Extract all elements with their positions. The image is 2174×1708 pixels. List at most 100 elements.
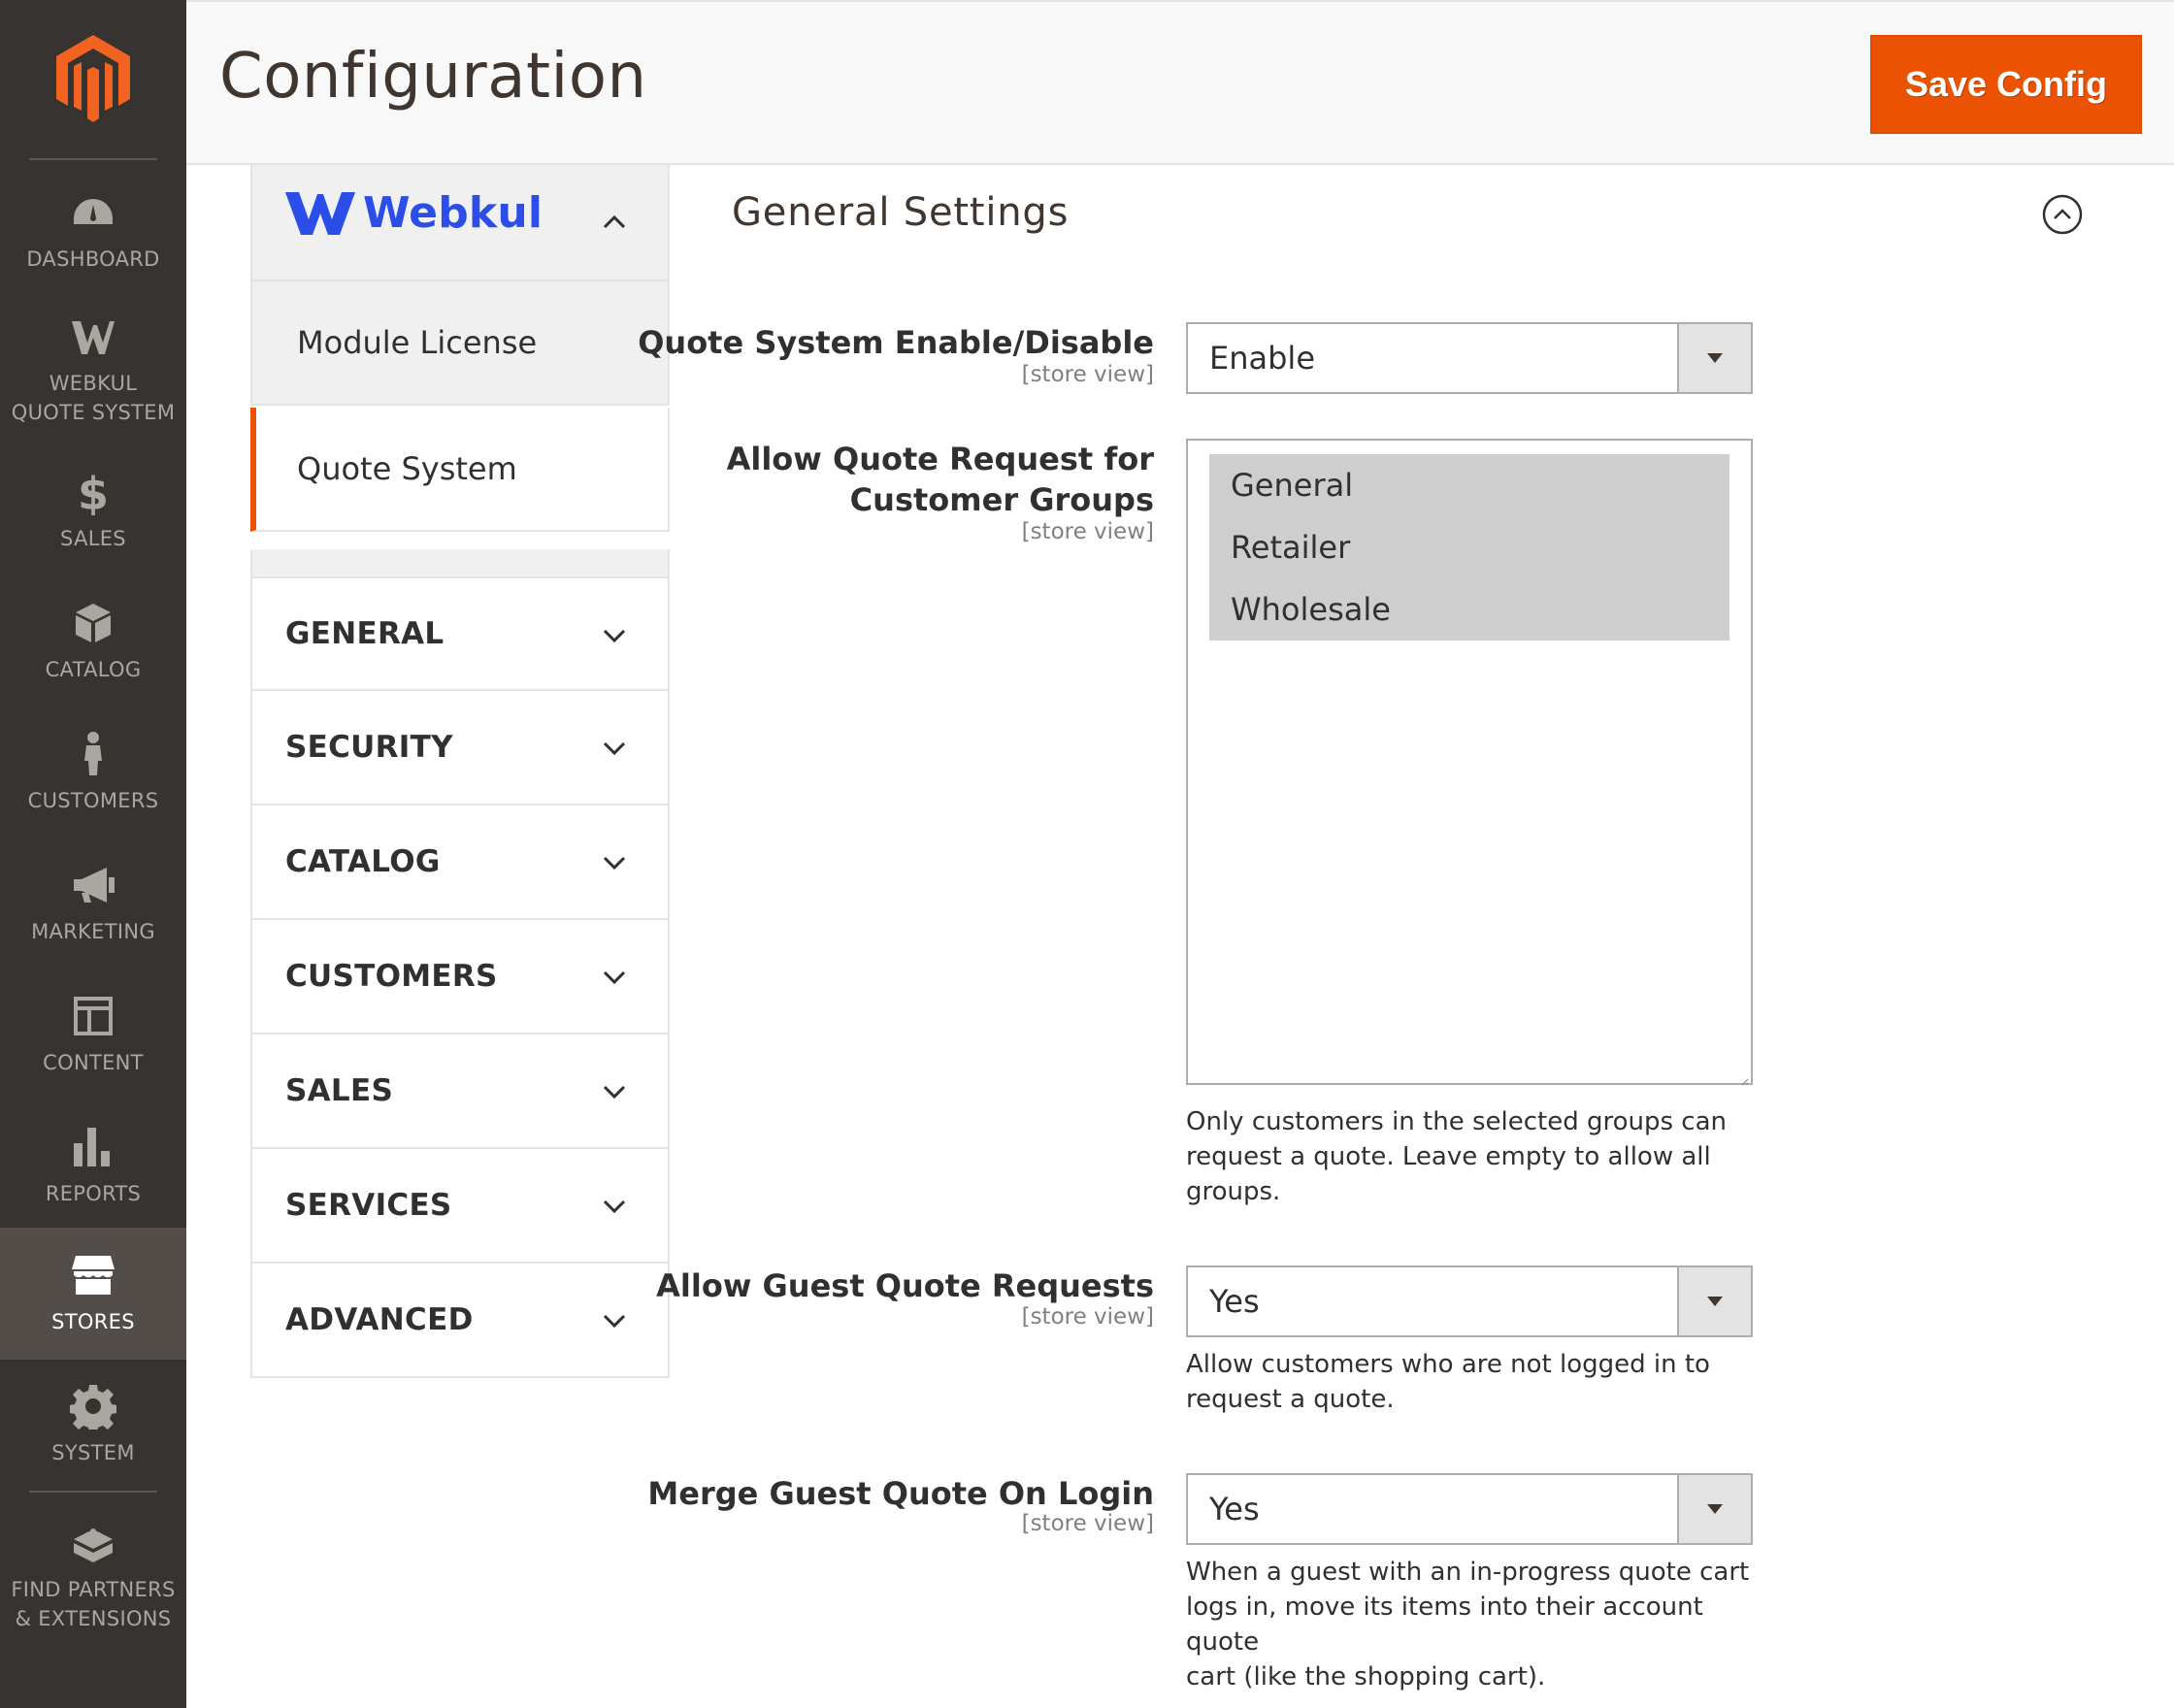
section-title[interactable]: General Settings (732, 190, 1069, 235)
dropdown-arrow-icon (1677, 1267, 1751, 1335)
multiselect-option-general[interactable]: General (1209, 454, 1729, 516)
dropdown-arrow-icon (1677, 1475, 1751, 1543)
store-icon (69, 1251, 117, 1299)
nav-divider (29, 158, 157, 160)
select-value: Yes (1209, 1283, 1260, 1320)
note-line: groups. (1186, 1177, 1281, 1206)
tab-section-label: ADVANCED (285, 1302, 474, 1337)
nav-label: STORES (51, 1310, 135, 1333)
resize-grip-icon[interactable] (1739, 1071, 1749, 1086)
collapse-section-icon[interactable] (2042, 194, 2083, 235)
chevron-down-icon (600, 734, 629, 763)
tab-section-label: SALES (285, 1073, 394, 1108)
chevron-down-icon (600, 963, 629, 992)
nav-label: & EXTENSIONS (15, 1607, 172, 1630)
nav-item-marketing[interactable]: MARKETING (0, 838, 186, 969)
merge-guest-quote-select[interactable]: Yes (1186, 1473, 1753, 1545)
field-label-groups-line1: Allow Quote Request for (726, 441, 1154, 477)
nav-label: CUSTOMERS (27, 789, 159, 812)
nav-label: FIND PARTNERS (11, 1578, 176, 1601)
tab-vendor-webkul[interactable]: Webkul (250, 165, 670, 281)
chevron-down-icon (600, 1077, 629, 1106)
tab-section-sales[interactable]: SALES (250, 1035, 670, 1149)
webkul-logo: Webkul (285, 188, 543, 238)
svg-text:$: $ (78, 469, 109, 515)
megaphone-icon (69, 861, 117, 909)
layout-icon (69, 992, 117, 1040)
field-label-groups-line2: Customer Groups (849, 481, 1154, 518)
chevron-down-icon (600, 848, 629, 877)
chevron-up-icon (600, 208, 629, 237)
tab-section-customers[interactable]: CUSTOMERS (250, 920, 670, 1035)
field-label-merge: Merge Guest Quote On Login (647, 1475, 1154, 1512)
nav-item-customers[interactable]: CUSTOMERS (0, 706, 186, 838)
webkul-logo-text: Webkul (363, 188, 544, 238)
person-icon (69, 730, 117, 778)
tab-section-label: SERVICES (285, 1188, 452, 1223)
chevron-down-icon (600, 621, 629, 650)
field-label-guest: Allow Guest Quote Requests (656, 1267, 1154, 1304)
tab-item-quote-system[interactable]: Quote System (250, 408, 670, 532)
tab-section-catalog[interactable]: CATALOG (250, 805, 670, 920)
note-line: cart (like the shopping cart). (1186, 1662, 1546, 1692)
note-line: Allow customers who are not logged in to (1186, 1350, 1710, 1379)
page-title: Configuration (219, 41, 647, 113)
nav-item-webkul-quote-system[interactable]: WEBKUL QUOTE SYSTEM (0, 297, 186, 443)
dropdown-arrow-icon (1677, 324, 1751, 392)
nav-label: SYSTEM (51, 1441, 135, 1464)
nav-divider (29, 1491, 157, 1493)
nav-item-reports[interactable]: REPORTS (0, 1100, 186, 1232)
scope-label: [store view] (1021, 519, 1154, 544)
chevron-down-icon (600, 1306, 629, 1335)
magento-logo-icon[interactable] (0, 0, 186, 160)
nav-item-system[interactable]: SYSTEM (0, 1359, 186, 1491)
nav-label: CATALOG (45, 658, 142, 681)
field-note-groups: Only customers in the selected groups ca… (1186, 1104, 1768, 1209)
save-config-button[interactable]: Save Config (1870, 35, 2142, 134)
tab-item-module-license[interactable]: Module License (250, 281, 670, 406)
dashboard-icon (69, 188, 117, 237)
box-icon (69, 599, 117, 647)
nav-label: MARKETING (31, 920, 155, 943)
tab-section-label: CATALOG (285, 844, 441, 879)
blocks-icon (69, 1519, 117, 1567)
note-line: request a quote. (1186, 1385, 1395, 1414)
nav-item-content[interactable]: CONTENT (0, 969, 186, 1100)
page-header: Configuration Save Config (186, 0, 2174, 165)
allow-guest-quote-select[interactable]: Yes (1186, 1265, 1753, 1337)
bar-chart-icon (69, 1123, 117, 1171)
field-label-enable: Quote System Enable/Disable (638, 324, 1154, 361)
webkul-icon (69, 312, 117, 361)
tab-section-security[interactable]: SECURITY (250, 691, 670, 805)
note-line: request a quote. Leave empty to allow al… (1186, 1142, 1711, 1171)
nav-label: SALES (60, 527, 126, 550)
webkul-logo-icon (285, 191, 355, 235)
scope-label: [store view] (1021, 362, 1154, 387)
note-line: When a guest with an in-progress quote c… (1186, 1558, 1750, 1587)
field-note-guest: Allow customers who are not logged in to… (1186, 1347, 1768, 1417)
quote-system-enable-select[interactable]: Enable (1186, 322, 1753, 394)
nav-item-sales[interactable]: $ SALES (0, 444, 186, 576)
nav-item-dashboard[interactable]: DASHBOARD (0, 165, 186, 297)
nav-label: WEBKUL (49, 372, 138, 395)
tab-section-label: SECURITY (285, 730, 453, 765)
scope-label: [store view] (1021, 1511, 1154, 1536)
nav-item-stores[interactable]: STORES (0, 1228, 186, 1360)
nav-label: QUOTE SYSTEM (11, 401, 176, 424)
admin-sidebar: DASHBOARD WEBKUL QUOTE SYSTEM $ SALES CA… (0, 0, 186, 1708)
note-line: Only customers in the selected groups ca… (1186, 1107, 1728, 1136)
field-note-merge: When a guest with an in-progress quote c… (1186, 1555, 1768, 1694)
tab-section-label: GENERAL (285, 616, 445, 651)
customer-groups-multiselect[interactable]: General Retailer Wholesale (1186, 439, 1753, 1086)
tab-section-services[interactable]: SERVICES (250, 1149, 670, 1264)
nav-item-catalog[interactable]: CATALOG (0, 575, 186, 707)
select-value: Yes (1209, 1491, 1260, 1527)
tab-spacer (250, 549, 670, 576)
multiselect-option-retailer[interactable]: Retailer (1209, 516, 1729, 578)
note-line: logs in, move its items into their accou… (1186, 1593, 1703, 1657)
tab-section-advanced[interactable]: ADVANCED (250, 1264, 670, 1378)
tab-section-general[interactable]: GENERAL (250, 576, 670, 691)
nav-item-find-partners[interactable]: FIND PARTNERS & EXTENSIONS (0, 1498, 186, 1654)
multiselect-option-wholesale[interactable]: Wholesale (1209, 578, 1729, 640)
gear-icon (69, 1382, 117, 1430)
